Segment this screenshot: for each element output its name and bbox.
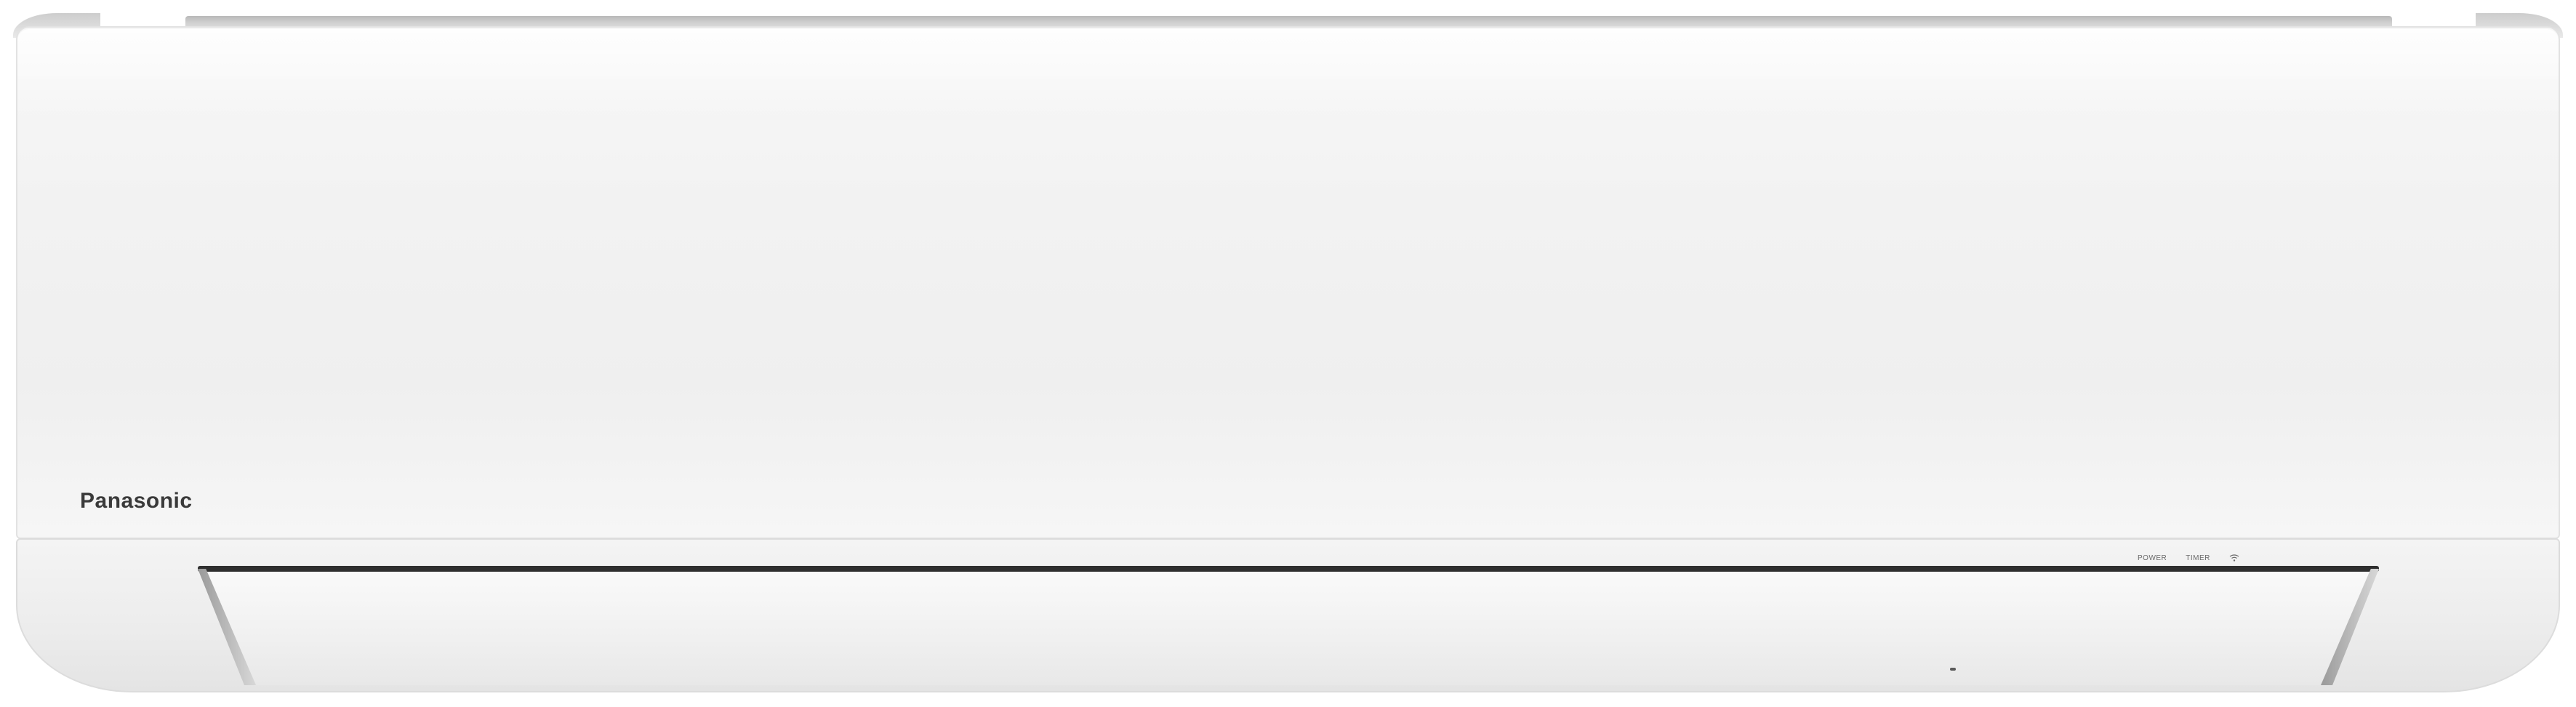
brand-logo: Panasonic: [80, 489, 193, 513]
air-louver: [202, 569, 2375, 685]
power-indicator-label: POWER: [2138, 554, 2167, 562]
louver-edge: [198, 566, 2379, 572]
indicator-strip: POWER TIMER: [2138, 549, 2319, 567]
wifi-icon: [2229, 554, 2239, 562]
timer-indicator-label: TIMER: [2186, 554, 2210, 562]
air-conditioner-image: Panasonic POWER TIMER: [0, 0, 2576, 707]
front-panel-highlight: [17, 29, 2559, 116]
ir-receiver: [1950, 668, 1956, 671]
